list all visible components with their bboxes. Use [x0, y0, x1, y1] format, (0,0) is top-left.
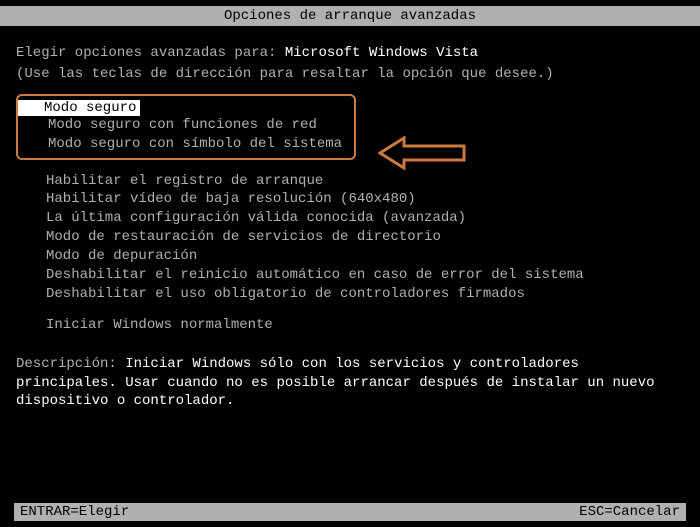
option-start-normally[interactable]: Iniciar Windows normalmente	[16, 316, 684, 335]
os-name: Microsoft Windows Vista	[285, 45, 478, 61]
footer-enter: ENTRAR=Elegir	[20, 504, 129, 520]
option-disable-auto-restart[interactable]: Deshabilitar el reinicio automático en c…	[16, 266, 684, 285]
option-last-known-good[interactable]: La última configuración válida conocida …	[16, 209, 684, 228]
option-ds-restore[interactable]: Modo de restauración de servicios de dir…	[16, 228, 684, 247]
option-safe-mode-net[interactable]: Modo seguro con funciones de red	[18, 116, 354, 135]
option-safe-mode-label: Modo seguro	[18, 100, 140, 116]
arrow-left-icon	[378, 136, 468, 170]
option-boot-logging[interactable]: Habilitar el registro de arranque	[16, 172, 684, 191]
main-content: Elegir opciones avanzadas para: Microsof…	[0, 26, 700, 411]
prompt-prefix: Elegir opciones avanzadas para:	[16, 45, 285, 61]
safe-mode-group: Modo seguro Modo seguro con funciones de…	[16, 94, 356, 160]
option-debug-mode[interactable]: Modo de depuración	[16, 247, 684, 266]
option-safe-mode-cmd[interactable]: Modo seguro con símbolo del sistema	[18, 135, 354, 154]
description-block: Descripción: Iniciar Windows sólo con lo…	[16, 355, 684, 412]
description-label: Descripción:	[16, 356, 125, 372]
footer-esc: ESC=Cancelar	[579, 504, 680, 520]
option-low-res-video[interactable]: Habilitar vídeo de baja resolución (640x…	[16, 190, 684, 209]
option-safe-mode[interactable]: Modo seguro	[18, 100, 354, 116]
page-title: Opciones de arranque avanzadas	[224, 8, 476, 24]
prompt-line: Elegir opciones avanzadas para: Microsof…	[16, 44, 684, 63]
title-bar: Opciones de arranque avanzadas	[0, 6, 700, 26]
option-disable-driver-sig[interactable]: Deshabilitar el uso obligatorio de contr…	[16, 285, 684, 304]
instruction-line: (Use las teclas de dirección para resalt…	[16, 65, 684, 84]
footer-bar: ENTRAR=Elegir ESC=Cancelar	[14, 503, 686, 521]
